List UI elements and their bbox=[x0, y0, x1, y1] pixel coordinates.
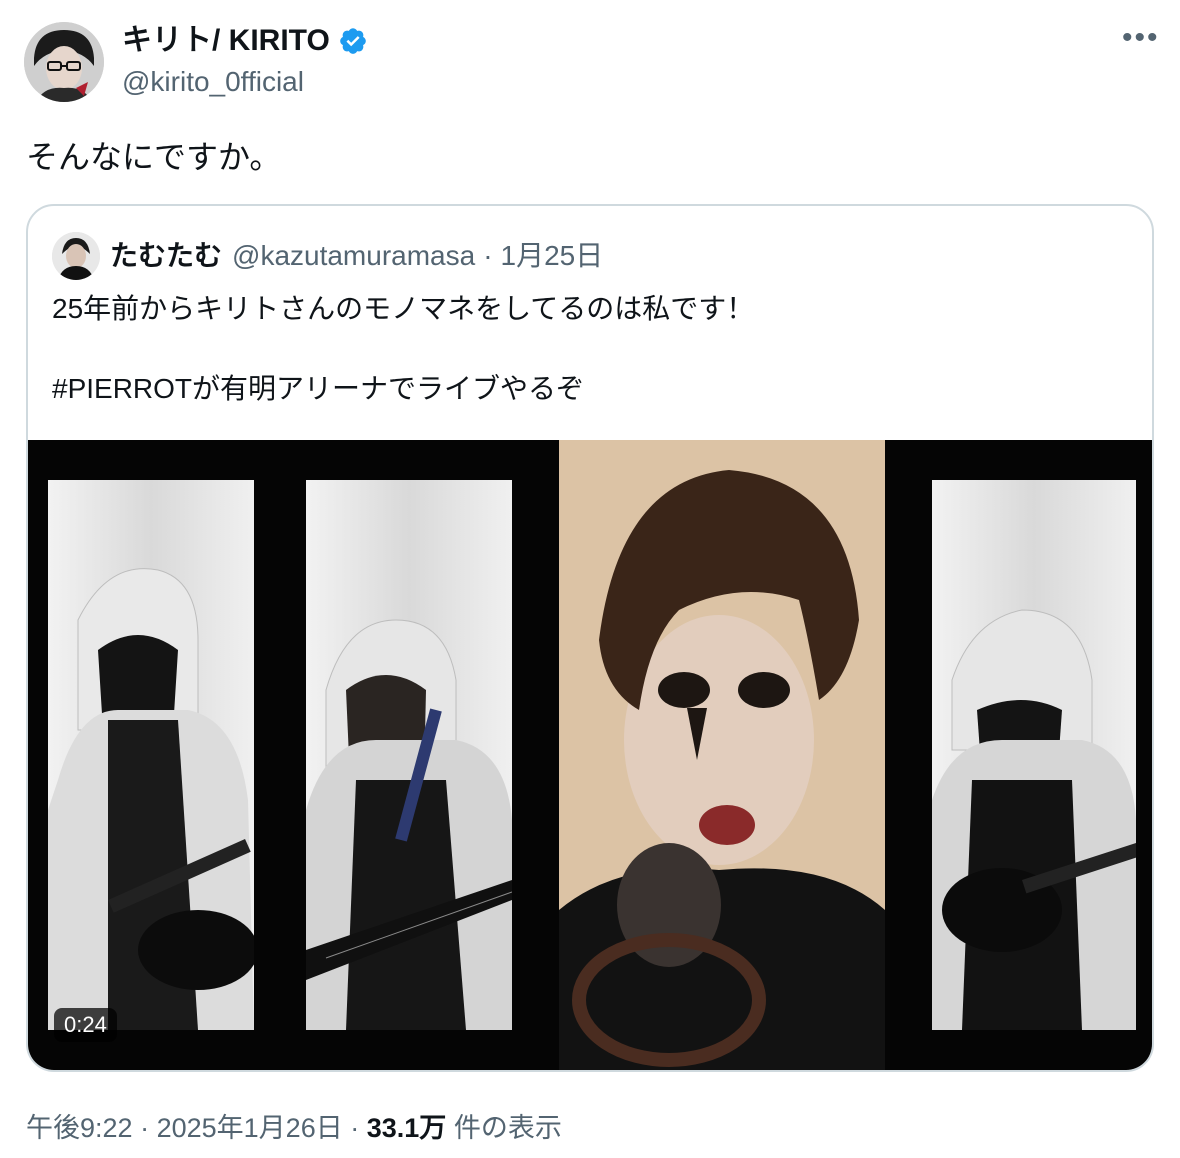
video-panel-guitarist-right bbox=[932, 480, 1136, 1030]
meta-separator: · bbox=[350, 1113, 360, 1143]
author-name-text: キリト/ KIRITO bbox=[122, 24, 330, 57]
author-handle[interactable]: @kirito_0fficial bbox=[122, 64, 304, 100]
video-duration-badge: 0:24 bbox=[54, 1008, 117, 1042]
verified-badge-icon bbox=[339, 28, 366, 54]
tweet-text: そんなにですか。 bbox=[26, 139, 282, 175]
quoted-tweet-card[interactable]: たむたむ @kazutamuramasa · 1月25日 25年前からキリトさん… bbox=[26, 204, 1154, 1072]
video-panel-singer bbox=[559, 440, 885, 1070]
meta-separator: · bbox=[140, 1113, 150, 1143]
more-options-icon[interactable]: ••• bbox=[1122, 23, 1160, 53]
quoted-text-line-1: 25年前からキリトさんのモノマネをしてるのは私です！ bbox=[52, 293, 755, 324]
author-avatar[interactable] bbox=[24, 22, 104, 102]
view-count[interactable]: 33.1万 bbox=[367, 1113, 447, 1143]
quoted-date[interactable]: 1月25日 bbox=[501, 238, 604, 274]
tweet-metadata: 午後9:22 · 2025年1月26日 · 33.1万 件の表示 bbox=[26, 1110, 562, 1146]
quoted-separator: · bbox=[483, 240, 493, 271]
video-panel-guitarist-left bbox=[48, 480, 254, 1030]
post-date[interactable]: 2025年1月26日 bbox=[157, 1113, 343, 1143]
quoted-video[interactable]: 0:24 bbox=[28, 440, 1152, 1070]
view-count-label: 件の表示 bbox=[453, 1113, 562, 1143]
quoted-author-avatar[interactable] bbox=[52, 232, 100, 280]
quoted-hashtag-line[interactable]: #PIERROTが有明アリーナでライブやるぞ bbox=[52, 370, 584, 408]
video-panel-bassist bbox=[306, 480, 512, 1030]
author-display-name[interactable]: キリト/ KIRITO bbox=[122, 22, 368, 60]
quoted-display-name[interactable]: たむたむ bbox=[110, 238, 222, 274]
quoted-header: たむたむ @kazutamuramasa · 1月25日 bbox=[110, 238, 603, 274]
post-time[interactable]: 午後9:22 bbox=[26, 1113, 133, 1143]
quoted-handle[interactable]: @kazutamuramasa bbox=[232, 238, 475, 274]
